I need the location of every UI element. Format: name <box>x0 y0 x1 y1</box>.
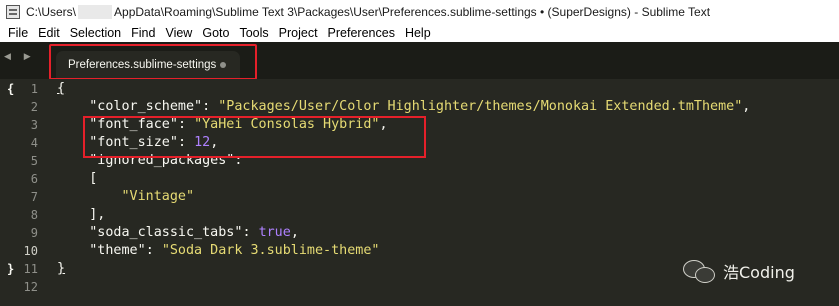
code-line: "theme": "Soda Dark 3.sublime-theme" <box>89 243 380 258</box>
close-brace: } <box>57 261 66 276</box>
key-soda-classic-tabs: "soda_classic_tabs" <box>89 225 243 240</box>
line-number: 8 <box>30 208 38 222</box>
highlight-box-tab <box>49 44 257 80</box>
wechat-icon <box>683 258 717 284</box>
line-number: 7 <box>30 190 38 204</box>
menu-project[interactable]: Project <box>274 24 323 42</box>
menu-selection[interactable]: Selection <box>65 24 126 42</box>
line-number: 4 <box>30 136 38 150</box>
line-number: 1 <box>30 82 38 96</box>
close-bracket: ], <box>89 207 106 222</box>
tab-nav-arrows-icon[interactable]: ◀ ▶ <box>4 52 36 62</box>
key-theme: "theme" <box>89 243 146 258</box>
line-number: 10 <box>23 244 38 258</box>
code-line: { <box>57 80 65 98</box>
menu-find[interactable]: Find <box>126 24 160 42</box>
code-line: "soda_classic_tabs": true, <box>89 225 299 240</box>
value-theme: "Soda Dark 3.sublime-theme" <box>161 243 380 258</box>
open-bracket: [ <box>89 171 98 186</box>
line-number: 2 <box>30 100 38 114</box>
watermark-text: 浩Coding <box>723 263 795 282</box>
line-number: 6 <box>30 172 38 186</box>
line-number: 12 <box>23 280 38 294</box>
sublime-app-icon <box>6 5 20 19</box>
key-color-scheme: "color_scheme" <box>89 99 203 114</box>
menu-view[interactable]: View <box>160 24 197 42</box>
window-title-path: AppData\Roaming\Sublime Text 3\Packages\… <box>114 5 711 19</box>
code-line: [ <box>57 170 97 188</box>
line-number: 9 <box>30 226 38 240</box>
menu-preferences[interactable]: Preferences <box>323 24 400 42</box>
menu-tools[interactable]: Tools <box>234 24 273 42</box>
menu-help[interactable]: Help <box>400 24 436 42</box>
watermark: 浩Coding <box>683 258 795 284</box>
value-soda-classic-tabs: true <box>258 225 291 240</box>
value-vintage: "Vintage" <box>121 189 195 204</box>
menu-edit[interactable]: Edit <box>33 24 65 42</box>
code-line: "color_scheme": "Packages/User/Color Hig… <box>89 99 751 114</box>
code-line: ], <box>57 206 105 224</box>
line-number: 11 <box>23 262 38 276</box>
window-title-prefix: C:\Users\ <box>26 5 77 19</box>
line-number: 5 <box>30 154 38 168</box>
open-brace: { <box>57 81 66 96</box>
menu-goto[interactable]: Goto <box>197 24 234 42</box>
line-gutter: { } 1 2 3 4 5 6 7 8 9 10 11 12 <box>0 79 42 306</box>
redacted-username <box>78 5 113 19</box>
menu-bar: File Edit Selection Find View Goto Tools… <box>0 24 839 42</box>
code-line: "Vintage" <box>57 188 195 206</box>
value-color-scheme: "Packages/User/Color Highlighter/themes/… <box>218 99 743 114</box>
code-line: } <box>57 260 65 278</box>
highlight-box-font-settings <box>83 116 426 158</box>
window-titlebar: C:\Users\ AppData\Roaming\Sublime Text 3… <box>0 0 839 24</box>
line-number: 3 <box>30 118 38 132</box>
menu-file[interactable]: File <box>3 24 33 42</box>
